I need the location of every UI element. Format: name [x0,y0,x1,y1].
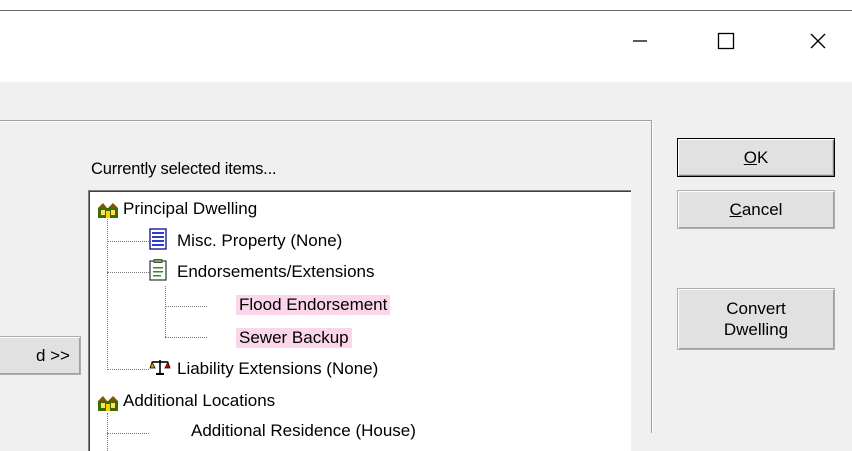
convert-dwelling-button[interactable]: Convert Dwelling [677,288,835,350]
add-button-label: d >> [35,346,70,365]
scales-icon [149,360,171,375]
document-list-icon [149,228,167,250]
convert-button-line1: Convert [726,299,786,318]
document-icon [149,259,167,281]
selected-items-label: Currently selected items... [91,160,277,178]
tree-item-endorsements-extensions[interactable]: Endorsements/Extensions [177,262,375,282]
maximize-icon [717,32,735,50]
tree-item-additional-residence[interactable]: Additional Residence (House) [191,421,416,441]
tree-item-liability-extensions[interactable]: Liability Extensions (None) [177,359,378,379]
convert-button-line2: Dwelling [723,320,789,339]
ok-button[interactable]: OK [677,138,835,177]
selected-items-tree[interactable]: Principal Dwelling Misc. Property (None)… [88,190,631,451]
tree-item-principal-dwelling[interactable]: Principal Dwelling [123,199,257,219]
tree-item-flood-endorsement[interactable]: Flood Endorsement [236,295,391,315]
house-icon [98,203,118,218]
tree-item-additional-locations[interactable]: Additional Locations [123,391,275,411]
title-bar-border [0,10,852,11]
close-button[interactable] [790,18,846,64]
close-icon [810,33,826,49]
tree-item-sewer-backup[interactable]: Sewer Backup [236,328,352,348]
tree-item-misc-property[interactable]: Misc. Property (None) [177,231,342,251]
cancel-button-label: Cancel [729,200,783,219]
minimize-icon [633,40,647,42]
cancel-button[interactable]: Cancel [677,190,835,229]
house-icon [98,396,118,411]
minimize-button[interactable] [612,18,668,64]
panel-top-highlight [0,121,651,122]
ok-button-label: OK [743,148,769,167]
maximize-button[interactable] [698,18,754,64]
panel-divider-light [652,120,653,433]
add-button[interactable]: d >> [0,336,81,375]
